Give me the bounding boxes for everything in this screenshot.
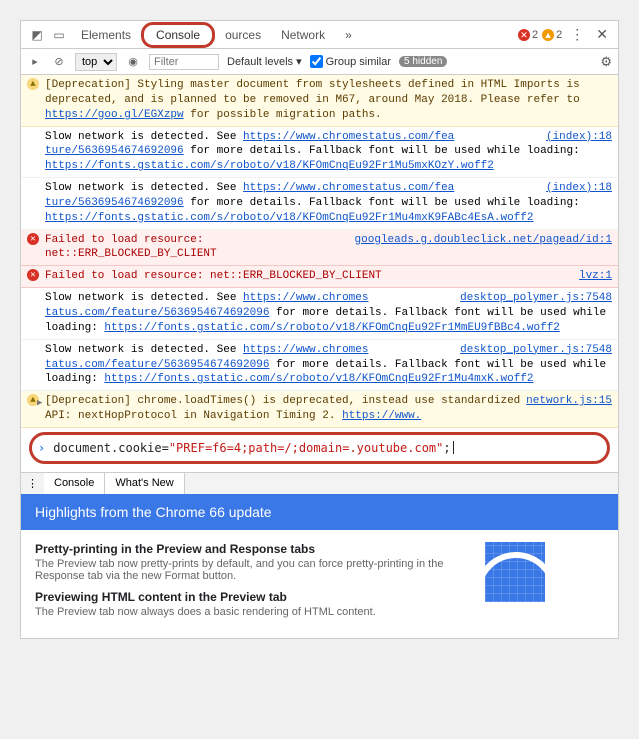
group-similar-toggle[interactable]: Group similar: [310, 55, 391, 68]
tab-more[interactable]: »: [335, 22, 362, 48]
log-source-link[interactable]: googleads.g.doubleclick.net/pagead/id:1: [355, 233, 612, 248]
error-icon: ✕: [27, 269, 39, 281]
highlights-banner: Highlights from the Chrome 66 update: [21, 494, 618, 530]
log-link[interactable]: tatus.com/feature/5636954674692096: [45, 307, 269, 319]
input-code: document.cookie="PREF=f6=4;path=/;domain…: [53, 441, 450, 455]
log-info: Slow network is detected. See https://ww…: [21, 127, 618, 179]
log-text: for more details. Fallback font will be …: [184, 197, 580, 209]
log-text: [Deprecation] chrome.loadTimes() is depr…: [45, 395, 520, 422]
log-source-link[interactable]: desktop_polymer.js:7548: [460, 291, 612, 306]
log-source-link[interactable]: desktop_polymer.js:7548: [460, 343, 612, 358]
kebab-menu-icon[interactable]: ⋮: [566, 26, 588, 43]
drawer-tab-console[interactable]: Console: [44, 473, 105, 494]
expand-icon[interactable]: ▶: [37, 397, 42, 409]
log-source-link[interactable]: network.js:15: [526, 394, 612, 409]
text-cursor: [453, 441, 454, 454]
log-link[interactable]: https://www.: [342, 410, 421, 422]
log-info: Slow network is detected. See https://ww…: [21, 340, 618, 392]
log-link[interactable]: ture/5636954674692096: [45, 145, 184, 157]
tab-elements[interactable]: Elements: [71, 22, 141, 48]
log-text: for possible migration paths.: [184, 109, 382, 121]
devtools-tabbar: ◩ ▭ Elements Console ources Network » ✕2…: [21, 21, 618, 49]
log-error: ✕ googleads.g.doubleclick.net/pagead/id:1…: [21, 230, 618, 267]
drawer-menu-icon[interactable]: ⋮: [21, 473, 44, 494]
error-count: 2: [532, 29, 538, 41]
warning-count-badge[interactable]: ▲2: [542, 29, 562, 41]
inspect-icon[interactable]: ◩: [27, 25, 47, 45]
device-toggle-icon[interactable]: ▭: [49, 25, 69, 45]
log-text: Slow network is detected. See: [45, 344, 243, 356]
log-warning: ▲▶network.js:15[Deprecation] chrome.load…: [21, 391, 618, 428]
log-error: ✕ lvz:1 Failed to load resource: net::ERR_…: [21, 266, 618, 288]
blueprint-image: [485, 542, 545, 602]
log-info: Slow network is detected. See https://ww…: [21, 178, 618, 230]
whatsnew-content: Pretty-printing in the Preview and Respo…: [21, 530, 618, 638]
log-link[interactable]: https://goo.gl/EGXzpw: [45, 109, 184, 121]
clear-console-icon[interactable]: ⊘: [51, 55, 67, 68]
log-source-link[interactable]: (index):18: [546, 130, 612, 145]
prompt-icon: ›: [38, 441, 45, 455]
error-icon: ✕: [27, 233, 39, 245]
hidden-count-badge[interactable]: 5 hidden: [399, 56, 447, 67]
log-link[interactable]: https://fonts.gstatic.com/s/roboto/v18/K…: [104, 322, 559, 334]
filter-input[interactable]: [149, 54, 219, 70]
sidebar-toggle-icon[interactable]: ▸: [27, 55, 43, 68]
log-link[interactable]: ture/5636954674692096: [45, 197, 184, 209]
console-input[interactable]: › document.cookie="PREF=f6=4;path=/;doma…: [29, 432, 610, 464]
log-warning: ▲ [Deprecation] Styling master document f…: [21, 75, 618, 127]
log-link[interactable]: https://fonts.gstatic.com/s/roboto/v18/K…: [104, 373, 533, 385]
highlights-title: Highlights from the Chrome 66 update: [35, 504, 272, 520]
log-text: [Deprecation] Styling master document fr…: [45, 79, 580, 106]
tab-console[interactable]: Console: [141, 22, 215, 48]
group-similar-label: Group similar: [326, 56, 391, 68]
log-link[interactable]: https://www.chromes: [243, 292, 368, 304]
warning-count: 2: [556, 29, 562, 41]
log-link[interactable]: https://www.chromestatus.com/fea: [243, 182, 454, 194]
log-text: Slow network is detected. See: [45, 131, 243, 143]
group-similar-checkbox[interactable]: [310, 55, 323, 68]
log-levels-dropdown[interactable]: Default levels ▾: [227, 55, 302, 68]
whatsnew-text: Pretty-printing in the Preview and Respo…: [35, 542, 475, 626]
log-source-link[interactable]: (index):18: [546, 181, 612, 196]
gear-icon[interactable]: ⚙: [600, 54, 612, 70]
log-source-link[interactable]: lvz:1: [579, 269, 612, 284]
eye-icon[interactable]: ◉: [125, 55, 141, 68]
log-info: Slow network is detected. See https://ww…: [21, 288, 618, 340]
warning-icon: ▲: [27, 78, 39, 90]
drawer-tabs: ⋮ Console What's New: [21, 472, 618, 494]
close-icon[interactable]: ✕: [592, 26, 612, 43]
whatsnew-paragraph: The Preview tab now always does a basic …: [35, 606, 475, 618]
context-select[interactable]: top: [75, 53, 117, 71]
log-link[interactable]: https://www.chromestatus.com/fea: [243, 131, 454, 143]
log-text: Failed to load resource: net::ERR_BLOCKE…: [45, 270, 382, 282]
whatsnew-heading: Previewing HTML content in the Preview t…: [35, 590, 475, 604]
log-text: Slow network is detected. See: [45, 292, 243, 304]
log-text: Failed to load resource: net::ERR_BLOCKE…: [45, 234, 217, 261]
devtools-panel: ◩ ▭ Elements Console ources Network » ✕2…: [20, 20, 619, 639]
log-link[interactable]: tatus.com/feature/5636954674692096: [45, 359, 269, 371]
tab-network[interactable]: Network: [271, 22, 335, 48]
drawer-tab-whatsnew[interactable]: What's New: [105, 473, 184, 494]
error-count-badge[interactable]: ✕2: [518, 29, 538, 41]
log-link[interactable]: https://www.chromes: [243, 344, 368, 356]
console-log: ▲ [Deprecation] Styling master document f…: [21, 75, 618, 428]
log-link[interactable]: https://fonts.gstatic.com/s/roboto/v18/K…: [45, 160, 494, 172]
whatsnew-heading: Pretty-printing in the Preview and Respo…: [35, 542, 475, 556]
tab-sources[interactable]: ources: [215, 22, 271, 48]
log-text: for more details. Fallback font will be …: [184, 145, 580, 157]
log-link[interactable]: https://fonts.gstatic.com/s/roboto/v18/K…: [45, 212, 533, 224]
log-text: Slow network is detected. See: [45, 182, 243, 194]
whatsnew-paragraph: The Preview tab now pretty-prints by def…: [35, 558, 475, 582]
console-filterbar: ▸ ⊘ top ◉ Default levels ▾ Group similar…: [21, 49, 618, 75]
